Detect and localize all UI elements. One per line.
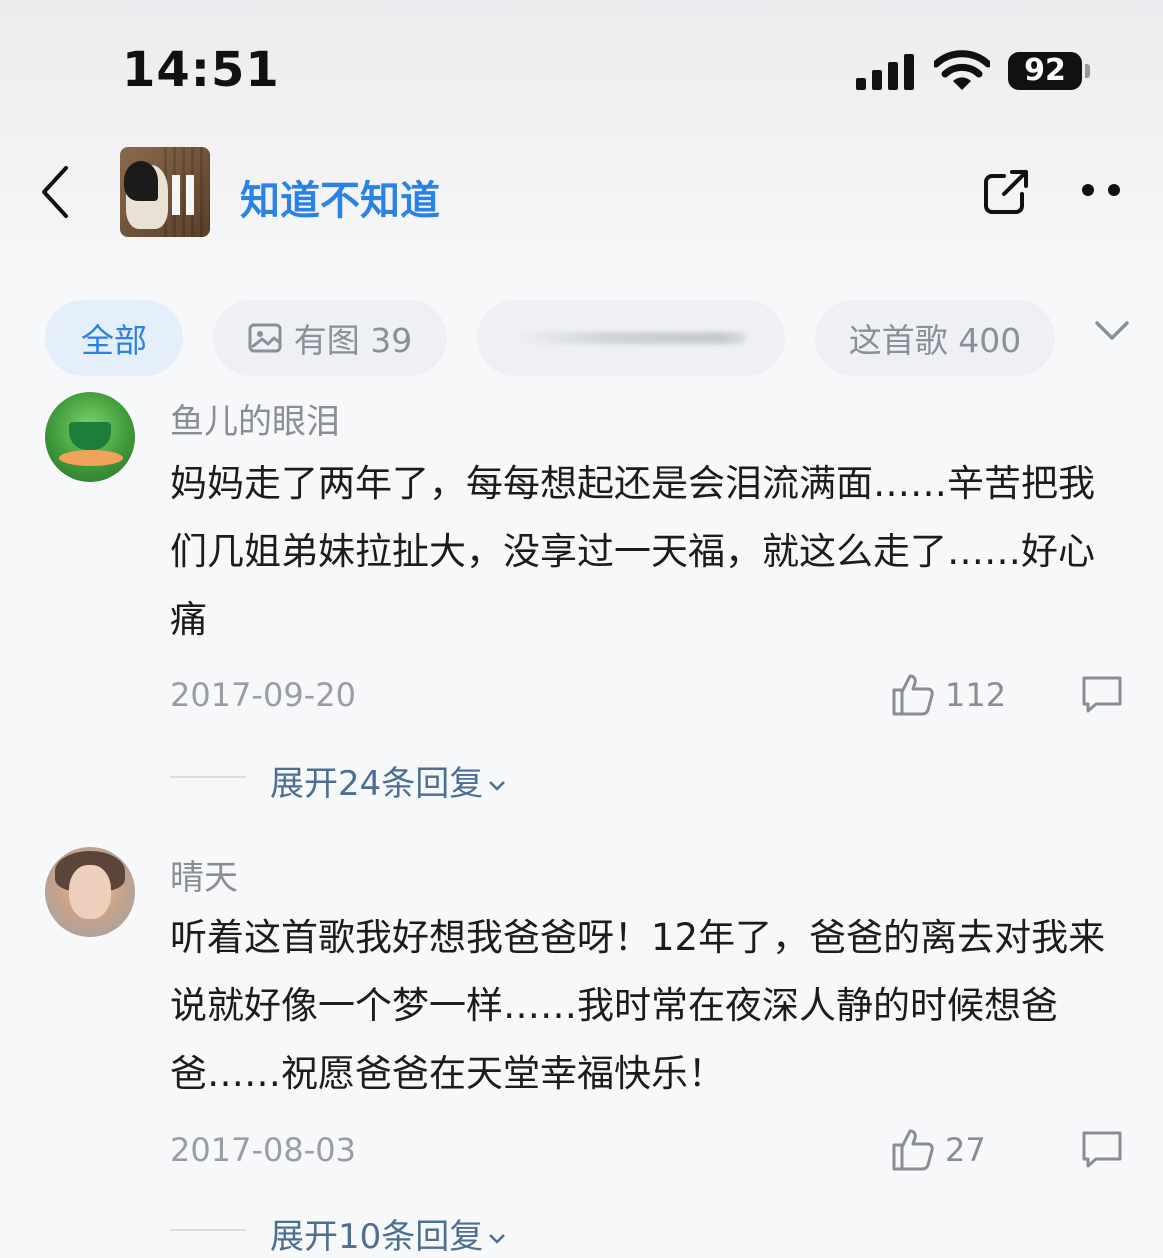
avatar-hand: [59, 450, 123, 466]
image-icon: [248, 323, 282, 353]
tab-this-song-label: 这首歌 400: [848, 321, 1022, 360]
share-icon[interactable]: [982, 168, 1030, 216]
more-icon[interactable]: [1080, 184, 1124, 200]
cellular-signal-icon: [856, 54, 916, 90]
avatar-cup: [69, 422, 111, 450]
divider: [170, 1229, 246, 1231]
reply-icon[interactable]: [1080, 674, 1124, 714]
like-count: 112: [945, 676, 1007, 714]
battery-tip: [1085, 64, 1090, 78]
comment-nickname[interactable]: 晴天: [170, 850, 238, 899]
status-time: 14:51: [122, 42, 280, 98]
cover-mark: [186, 175, 194, 215]
comment-nickname[interactable]: 鱼儿的眼泪: [170, 394, 340, 443]
comment-text: 听着这首歌我好想我爸爸呀！12年了，爸爸的离去对我来说就好像一个梦一样……我时常…: [170, 916, 1106, 1095]
expand-replies-label: 展开10条回复: [270, 1217, 484, 1257]
expand-replies-link[interactable]: 展开24条回复: [270, 756, 506, 805]
expand-replies-link[interactable]: 展开10条回复: [270, 1209, 506, 1258]
wifi-icon: [934, 50, 990, 90]
avatar[interactable]: [45, 392, 135, 482]
tab-all[interactable]: 全部: [45, 300, 183, 376]
song-title[interactable]: 知道不知道: [240, 168, 440, 226]
album-cover[interactable]: [120, 147, 210, 237]
cover-mark: [172, 175, 180, 215]
comment-date: 2017-08-03: [170, 1131, 356, 1169]
reply-icon[interactable]: [1080, 1129, 1124, 1169]
comment-date: 2017-09-20: [170, 676, 356, 714]
chevron-down-icon: [489, 1233, 506, 1244]
tab-with-images-label: 有图 39: [293, 321, 413, 360]
blurred-label: [516, 332, 746, 344]
thumbs-up-icon[interactable]: [890, 672, 934, 716]
chevron-down-icon[interactable]: [1094, 320, 1130, 342]
tab-with-images[interactable]: 有图 39: [213, 300, 447, 376]
avatar-face: [69, 865, 111, 919]
like-count: 27: [945, 1131, 986, 1169]
cover-hair: [124, 161, 158, 201]
chevron-down-icon: [489, 780, 506, 791]
divider: [170, 776, 246, 778]
tab-all-label: 全部: [81, 321, 147, 360]
back-icon[interactable]: [36, 164, 76, 220]
tab-this-song[interactable]: 这首歌 400: [815, 300, 1055, 376]
avatar[interactable]: [45, 847, 135, 937]
battery-indicator: 92: [1008, 52, 1082, 90]
tab-blurred[interactable]: [477, 300, 785, 376]
comment-text: 妈妈走了两年了，每每想起还是会泪流满面……辛苦把我们几姐弟妹拉扯大，没享过一天福…: [170, 462, 1095, 641]
expand-replies-label: 展开24条回复: [270, 764, 484, 804]
thumbs-up-icon[interactable]: [890, 1127, 934, 1171]
